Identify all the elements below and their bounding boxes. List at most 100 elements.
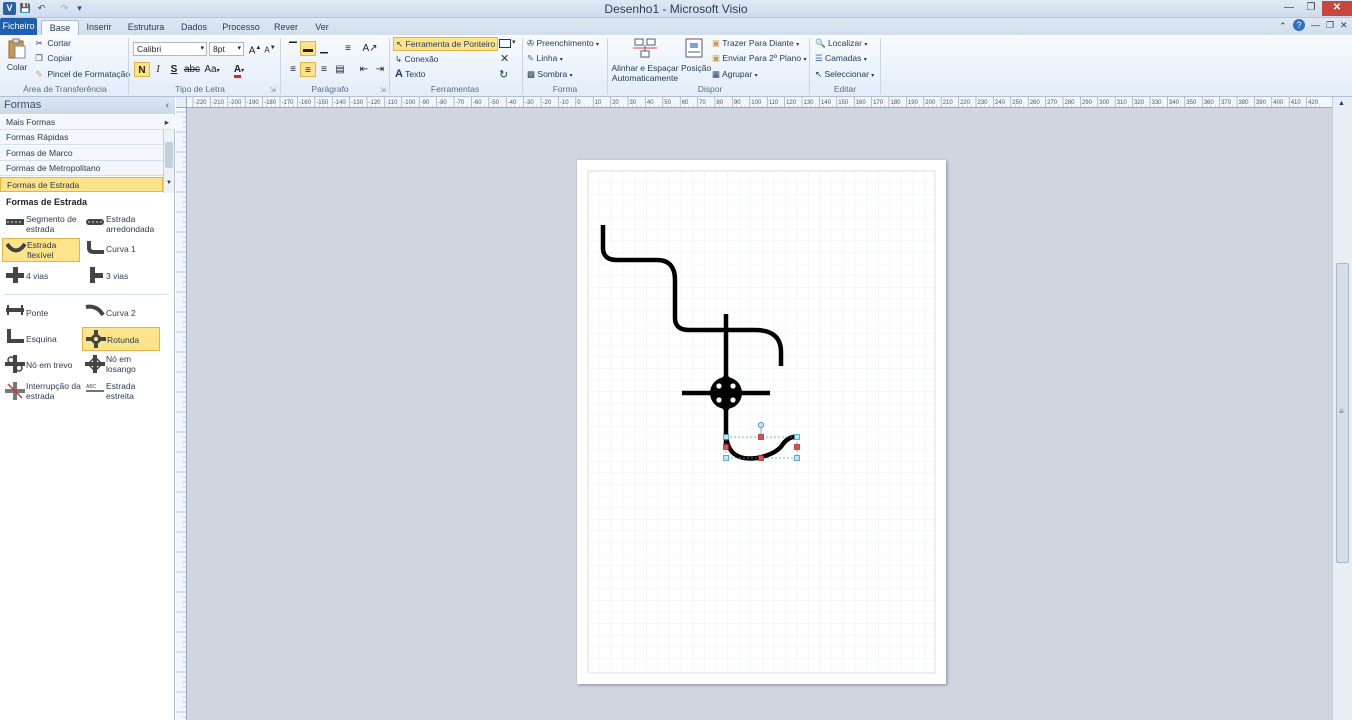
drawing-canvas[interactable] xyxy=(187,108,1332,720)
underline-button[interactable]: S xyxy=(166,62,182,77)
align-bottom-icon[interactable]: ▁ xyxy=(316,41,332,56)
scroll-up-icon[interactable]: ▲ xyxy=(1338,100,1345,107)
road-path-upper[interactable] xyxy=(600,225,784,366)
stencil-metro-shapes[interactable]: Formas de Metropolitano xyxy=(0,161,163,176)
line-icon: ✎ xyxy=(527,53,535,64)
align-middle-icon[interactable]: ▬ xyxy=(300,41,316,56)
align-right-icon[interactable]: ≡ xyxy=(316,62,332,77)
connector-tool-button[interactable]: ↳ Conexão xyxy=(395,54,439,65)
text-direction-icon[interactable]: A↗ xyxy=(362,41,378,56)
pointer-tool-button[interactable]: ↖ Ferramenta de Ponteiro xyxy=(393,37,499,51)
tab-home[interactable]: Base xyxy=(41,20,79,35)
shape-corner[interactable]: Esquina xyxy=(2,327,80,351)
font-color-button[interactable]: A▾ xyxy=(229,62,249,78)
shape-roundabout[interactable]: Rotunda xyxy=(82,327,160,351)
ruler-label: -120 xyxy=(369,100,382,106)
stencil-scrollbar[interactable]: ▼ xyxy=(163,130,174,193)
tab-file[interactable]: Ficheiro xyxy=(0,18,37,35)
shape-curve-1[interactable]: Curva 1 xyxy=(82,238,160,262)
collapse-pane-icon[interactable]: ‹ xyxy=(166,97,169,114)
shape-road-segment[interactable]: Segmento de estrada xyxy=(2,213,80,237)
stencil-road-shapes[interactable]: Formas de Estrada xyxy=(0,177,163,192)
position-button[interactable]: Posição xyxy=(681,37,711,83)
stencil-more-shapes[interactable]: Mais Formas ▸ xyxy=(0,115,175,130)
help-icon[interactable]: ? xyxy=(1293,19,1305,31)
close-button[interactable]: ✕ xyxy=(1322,1,1352,16)
rotation-handle[interactable] xyxy=(757,421,764,428)
road-drawing[interactable] xyxy=(577,160,946,684)
shape-three-way[interactable]: 3 vias xyxy=(82,265,160,289)
shape-bridge[interactable]: Ponte xyxy=(2,301,80,325)
rectangle-shape-icon[interactable] xyxy=(499,39,511,48)
tab-view[interactable]: Ver xyxy=(308,20,336,35)
paragraph-dialog-launcher-icon[interactable]: ⇲ xyxy=(380,86,386,94)
justify-icon[interactable]: ▤ xyxy=(332,62,348,77)
shape-curve-2[interactable]: Curva 2 xyxy=(82,301,160,325)
bullets-icon[interactable]: ≡ xyxy=(340,41,356,56)
shape-cloverleaf[interactable]: Nó em trevo xyxy=(2,353,80,377)
minimize-ribbon-icon[interactable]: ⌃ xyxy=(1279,21,1287,32)
stencil-landmark-shapes[interactable]: Formas de Marco xyxy=(0,146,163,161)
shape-tool-dropdown-icon[interactable]: ▾ xyxy=(512,38,516,46)
stencil-quick-shapes[interactable]: Formas Rápidas xyxy=(0,130,163,145)
copy-button[interactable]: ❐ Copiar xyxy=(33,53,72,64)
strikethrough-button[interactable]: abc xyxy=(183,62,201,77)
shape-rounded-road[interactable]: Estrada arredondada xyxy=(82,213,160,237)
find-button[interactable]: 🔍 Localizar ▾ xyxy=(815,38,867,51)
line-button[interactable]: ✎ Linha ▾ xyxy=(527,53,563,66)
rotate-icon[interactable]: ↻ xyxy=(499,68,508,81)
text-tool-button[interactable]: A Texto xyxy=(395,69,426,80)
shrink-font-button[interactable]: A▼ xyxy=(262,41,278,56)
drawing-page[interactable] xyxy=(577,160,946,684)
fill-button[interactable]: ✇ Preenchimento ▾ xyxy=(527,38,599,51)
tab-insert[interactable]: Inserir xyxy=(82,20,116,35)
vertical-scrollbar[interactable]: ▲ ≡ xyxy=(1332,97,1352,720)
shape-narrow-road[interactable]: ABC Estrada estreita xyxy=(82,380,160,404)
font-dialog-launcher-icon[interactable]: ⇲ xyxy=(270,86,276,94)
tab-process[interactable]: Processo xyxy=(220,20,262,35)
shadow-button[interactable]: ▩ Sombra ▾ xyxy=(527,69,573,82)
connection-point-icon[interactable]: ✕ xyxy=(500,52,509,65)
ribbon-tabs: Ficheiro Base Inserir Estrutura Dados Pr… xyxy=(0,18,1352,35)
layers-button[interactable]: ☰ Camadas ▾ xyxy=(815,53,867,66)
font-size-combo[interactable]: 8pt ▾ xyxy=(209,42,244,56)
tab-review[interactable]: Rever xyxy=(270,20,302,35)
align-left-icon[interactable]: ≡ xyxy=(285,62,301,77)
change-case-button[interactable]: Aa▾ xyxy=(202,62,222,77)
align-center-icon[interactable]: ≡ xyxy=(300,62,316,77)
send-backward-button[interactable]: ▣ Enviar Para 2º Plano ▾ xyxy=(712,53,807,66)
doc-minimize-icon[interactable]: — xyxy=(1311,20,1320,30)
bring-forward-button[interactable]: ▣ Trazer Para Diante ▾ xyxy=(712,38,799,51)
grow-font-button[interactable]: A▲ xyxy=(247,41,263,56)
format-painter-button[interactable]: ✎ Pincel de Formatação xyxy=(33,69,130,80)
align-top-icon[interactable]: ▔ xyxy=(285,41,301,56)
narrow-road-icon: ABC xyxy=(86,384,104,392)
minimize-button[interactable]: — xyxy=(1278,1,1300,16)
roundabout[interactable] xyxy=(710,372,742,414)
increase-indent-icon[interactable]: ⇥ xyxy=(372,62,388,77)
ruler-label: 410 xyxy=(1291,100,1302,106)
font-name-combo[interactable]: Calibri ▾ xyxy=(133,42,207,56)
doc-close-icon[interactable]: ✕ xyxy=(1340,20,1348,31)
tab-design[interactable]: Estrutura xyxy=(124,20,168,35)
tab-data[interactable]: Dados xyxy=(176,20,212,35)
bring-forward-icon: ▣ xyxy=(712,38,721,49)
select-button[interactable]: ↖ Seleccionar ▾ xyxy=(815,69,874,82)
decrease-indent-icon[interactable]: ⇤ xyxy=(356,62,372,77)
group-button[interactable]: ▦ Agrupar ▾ xyxy=(712,69,758,82)
curve-1-icon xyxy=(87,241,104,254)
shape-four-way[interactable]: 4 vias xyxy=(2,265,80,289)
shape-road-break[interactable]: Interrupção da estrada xyxy=(2,380,81,404)
shape-diamond-interchange[interactable]: Nó em losango xyxy=(82,353,160,377)
italic-button[interactable]: I xyxy=(150,62,166,77)
doc-restore-icon[interactable]: ❐ xyxy=(1326,20,1334,31)
auto-align-button[interactable]: Alinhar e Espaçar Automaticamente xyxy=(611,37,679,83)
svg-text:ABC: ABC xyxy=(86,384,97,390)
ruler-label: 160 xyxy=(856,100,867,106)
restore-button[interactable]: ❐ xyxy=(1300,1,1322,16)
shape-flexible-road[interactable]: Estrada flexível xyxy=(2,238,80,262)
paste-button[interactable]: Colar xyxy=(4,38,30,82)
select-icon: ↖ xyxy=(815,69,823,80)
cut-button[interactable]: ✂ Cortar xyxy=(33,38,71,49)
bold-button[interactable]: N xyxy=(134,62,150,77)
